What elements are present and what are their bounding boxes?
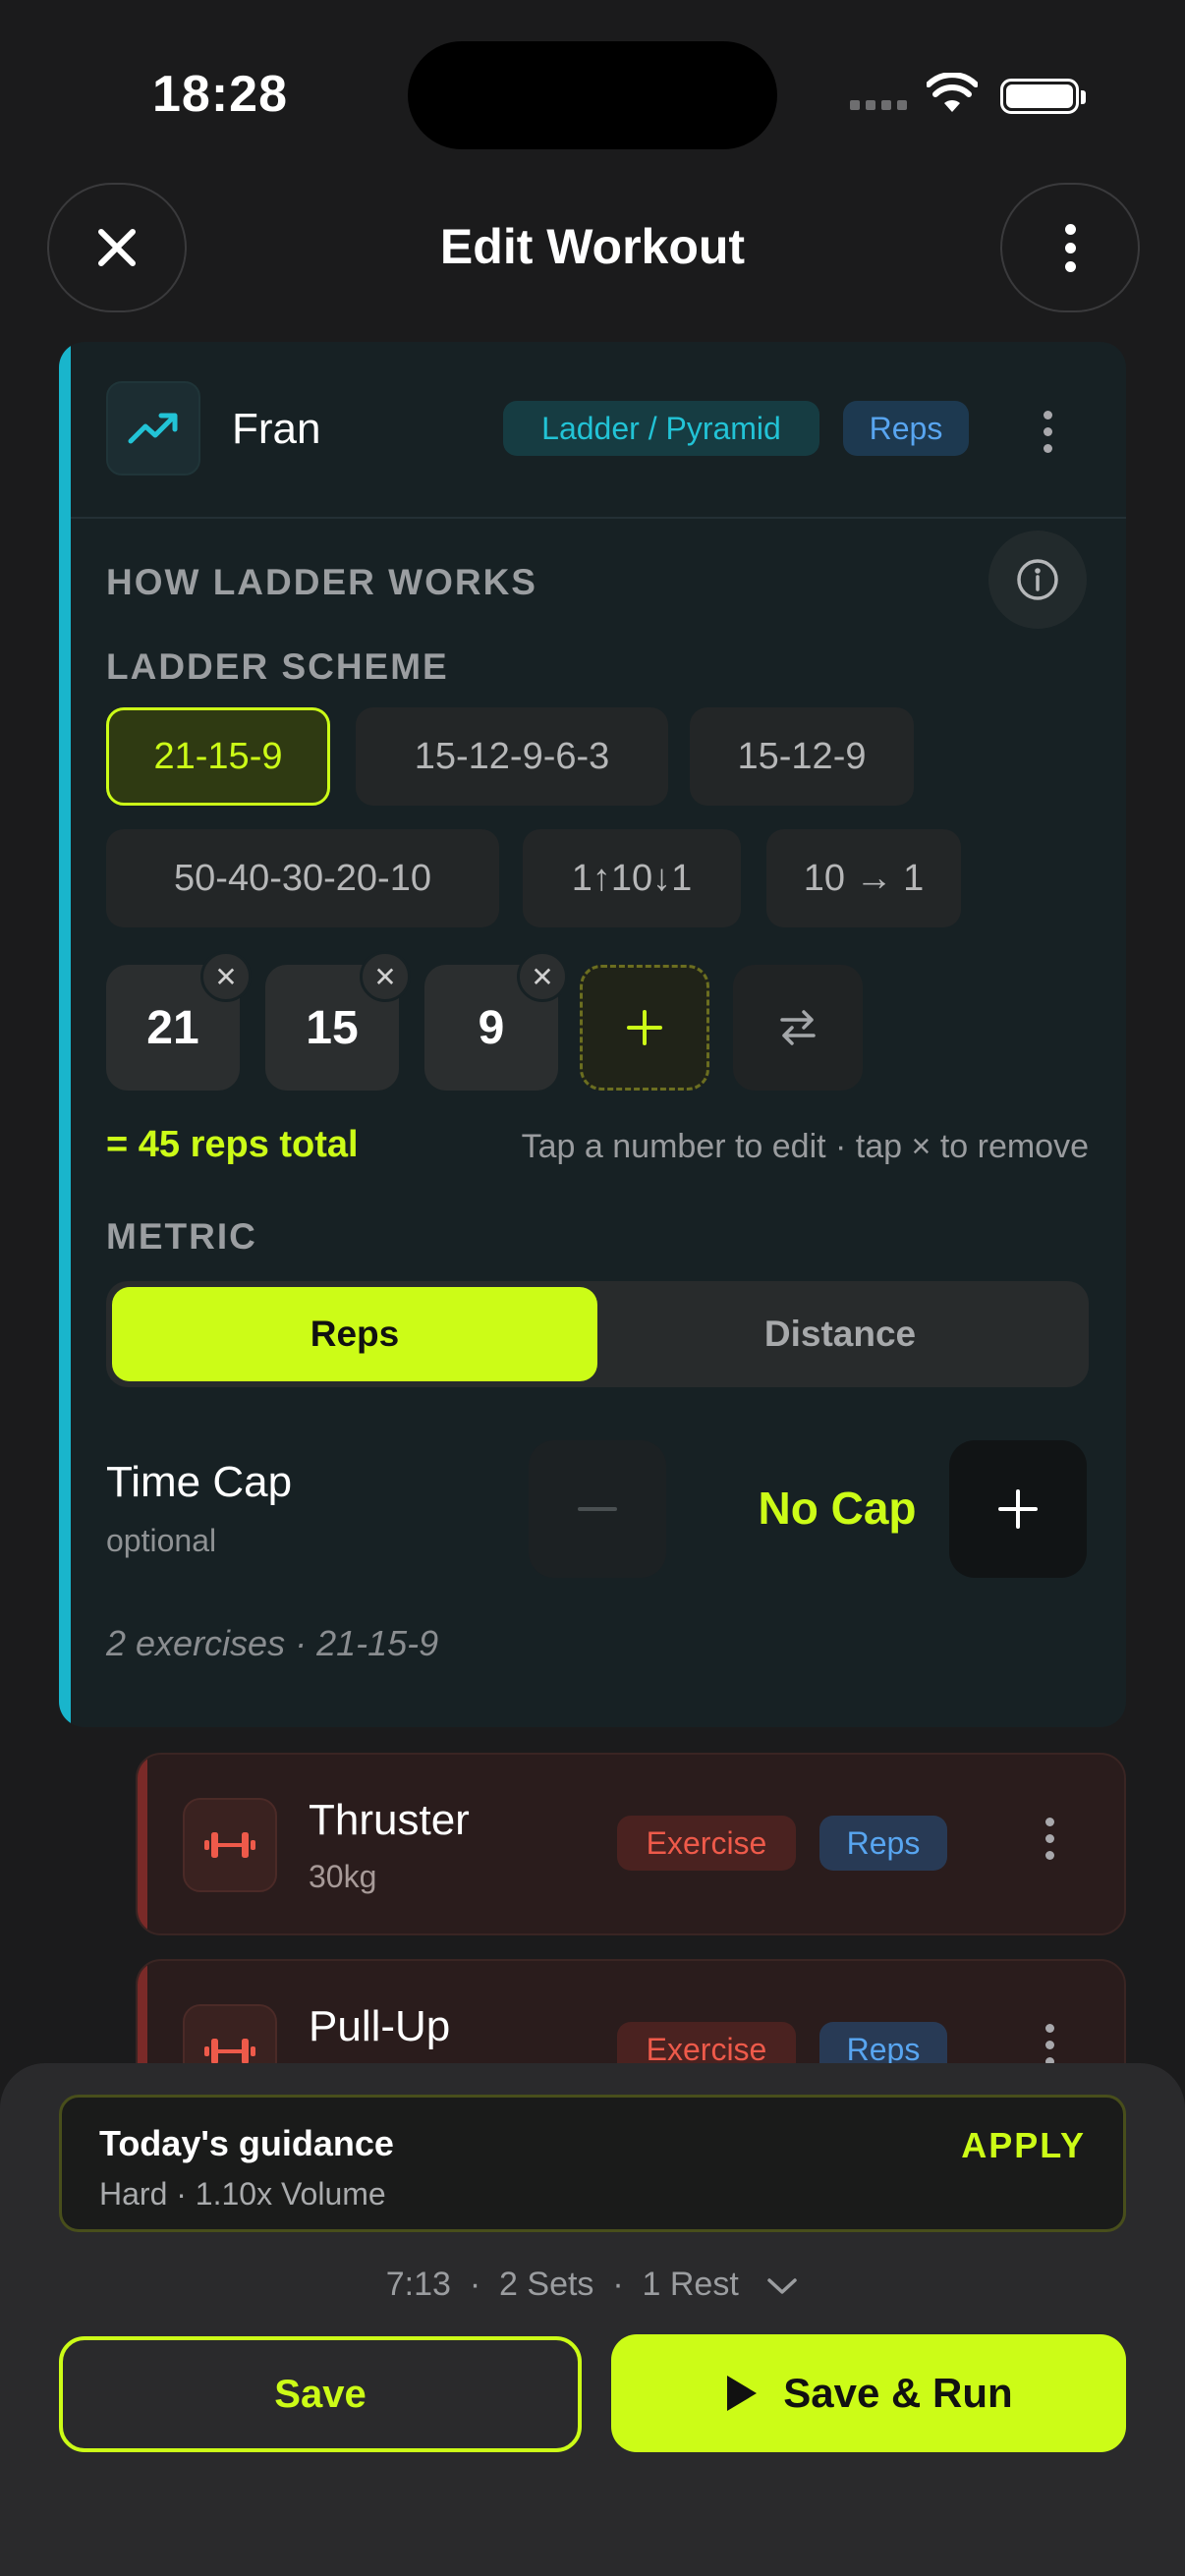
workout-summary: 2 exercises · 21-15-9 [106,1623,439,1663]
trending-up-icon [128,413,178,444]
preset-chip-10-to-1[interactable]: 10 → 1 [766,829,961,927]
dynamic-island [408,41,777,149]
trend-icon-box [106,381,200,476]
ladder-scheme-label: LADDER SCHEME [106,646,449,687]
preset-chip-50-40-30-20-10[interactable]: 50-40-30-20-10 [106,829,499,927]
bottom-action-sheet: Today's guidance Hard · 1.10x Volume APP… [0,2063,1185,2576]
save-button[interactable]: Save [59,2336,582,2452]
remove-number-button[interactable]: ✕ [517,951,568,1002]
preset-chip-15-12-9-6-3[interactable]: 15-12-9-6-3 [356,707,668,806]
metric-label: METRIC [106,1216,257,1257]
preset-chip-1-up-10-down-1[interactable]: 1↑10↓1 [523,829,741,927]
metric-badge: Reps [843,401,969,456]
metric-option-distance[interactable]: Distance [597,1287,1083,1381]
type-badge: Ladder / Pyramid [503,401,819,456]
how-ladder-works-label[interactable]: HOW LADDER WORKS [106,562,537,603]
guidance-detail: Hard · 1.10x Volume [99,2176,386,2212]
card-menu-button[interactable] [1044,411,1052,453]
dumbbell-icon [204,1832,255,1858]
info-icon [1017,559,1058,600]
ladder-accent-bar [59,342,71,1727]
guidance-banner: Today's guidance Hard · 1.10x Volume APP… [59,2095,1126,2232]
dumbbell-icon-box [183,1798,277,1892]
wifi-icon [927,73,978,112]
chevron-down-icon [767,2278,797,2294]
exercise-menu-button[interactable] [1045,1818,1054,1860]
battery-cap [1081,90,1086,104]
minus-icon [578,1507,617,1511]
status-time: 18:28 [152,66,288,123]
add-number-button[interactable] [580,965,709,1091]
plus-icon [998,1489,1038,1529]
preset-chip-15-12-9[interactable]: 15-12-9 [690,707,914,806]
metric-segmented-control[interactable]: Reps Distance [106,1281,1089,1387]
edit-hint: Tap a number to edit · tap × to remove [521,1128,1089,1165]
reverse-order-button[interactable] [733,965,863,1091]
guidance-title: Today's guidance [99,2123,394,2163]
save-and-run-label: Save & Run [783,2370,1013,2416]
info-button[interactable] [988,531,1087,629]
workout-stats: 7:13 · 2 Sets · 1 Rest [385,2266,739,2303]
remove-number-button[interactable]: ✕ [360,951,411,1002]
metric-option-reps[interactable]: Reps [112,1287,597,1381]
exercise-menu-button[interactable] [1045,2024,1054,2066]
time-cap-subtitle: optional [106,1523,217,1558]
decrease-time-cap-button[interactable] [529,1440,666,1578]
remove-number-button[interactable]: ✕ [200,951,252,1002]
more-options-button[interactable] [1000,183,1140,312]
exercise-load: 30kg [309,1859,377,1894]
save-and-run-button[interactable]: Save & Run [611,2334,1126,2452]
cellular-signal-icon [850,100,907,110]
exercise-badge: Exercise [617,1816,796,1871]
card-divider [71,517,1126,519]
play-icon [727,2376,758,2411]
exercise-accent-bar [138,1755,147,1933]
workout-block-card[interactable]: Fran Ladder / Pyramid Reps HOW LADDER WO… [59,342,1126,1727]
preset-chip-21-15-9[interactable]: 21-15-9 [106,707,330,806]
increase-time-cap-button[interactable] [949,1440,1087,1578]
reps-total: = 45 reps total [106,1124,359,1165]
apply-guidance-button[interactable]: APPLY [961,2125,1086,2166]
workout-name[interactable]: Fran [232,405,320,454]
workout-stats-toggle[interactable]: 7:13 · 2 Sets · 1 Rest [0,2266,1185,2304]
battery-icon [1000,79,1079,114]
swap-arrows-icon [780,1010,816,1045]
exercise-card[interactable]: Thruster 30kg Exercise Reps [136,1753,1126,1935]
time-cap-title: Time Cap [106,1458,293,1506]
exercise-name: Pull-Up [309,2002,451,2050]
plus-icon [627,1010,662,1045]
exercise-metric-badge: Reps [819,1816,947,1871]
more-vertical-icon [1064,223,1076,272]
exercise-name: Thruster [309,1796,470,1844]
